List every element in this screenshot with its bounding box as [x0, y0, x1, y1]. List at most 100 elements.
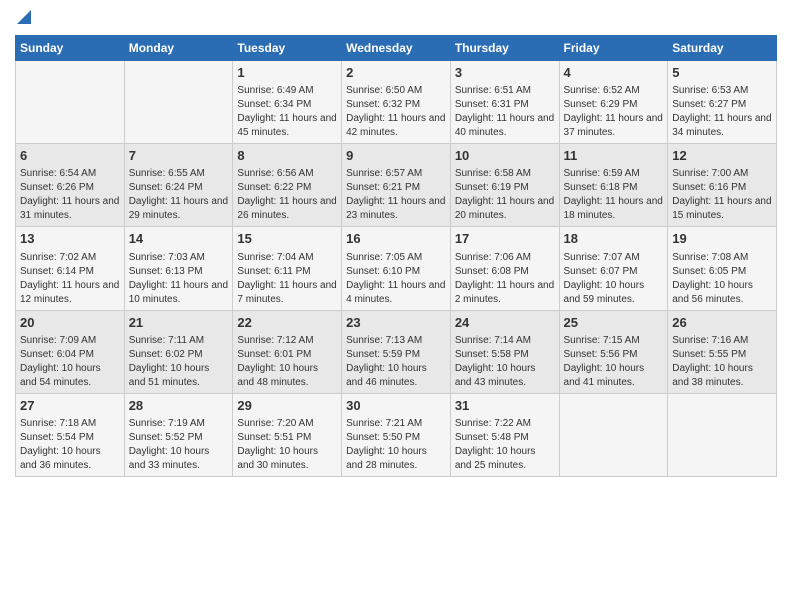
day-number: 18 [564, 230, 664, 248]
cell-info: Sunrise: 7:11 AMSunset: 6:02 PMDaylight:… [129, 334, 229, 390]
logo [15, 10, 31, 27]
day-number: 24 [455, 314, 555, 332]
cell-info: Sunrise: 6:51 AMSunset: 6:31 PMDaylight:… [455, 84, 555, 140]
calendar-cell: 23 Sunrise: 7:13 AMSunset: 5:59 PMDayligh… [342, 310, 451, 393]
calendar-cell: 20Sunrise: 7:09 AMSunset: 6:04 PMDayligh… [16, 310, 125, 393]
cell-info: Sunrise: 7:12 AMSunset: 6:01 PMDaylight:… [237, 334, 337, 390]
calendar-cell: 14Sunrise: 7:03 AMSunset: 6:13 PMDayligh… [124, 227, 233, 310]
calendar-cell: 17 Sunrise: 7:06 AMSunset: 6:08 PMDayligh… [450, 227, 559, 310]
calendar-cell: 28 Sunrise: 7:19 AMSunset: 5:52 PMDayligh… [124, 393, 233, 476]
cell-info: Sunrise: 7:05 AMSunset: 6:10 PMDaylight:… [346, 251, 446, 307]
day-header-sunday: Sunday [16, 36, 125, 61]
cell-info: Sunrise: 6:52 AMSunset: 6:29 PMDaylight:… [564, 84, 664, 140]
cell-info: Sunrise: 7:00 AMSunset: 6:16 PMDaylight:… [672, 167, 772, 223]
cell-info: Sunrise: 7:14 AMSunset: 5:58 PMDaylight:… [455, 334, 555, 390]
day-number: 4 [564, 64, 664, 82]
cell-info: Sunrise: 7:08 AMSunset: 6:05 PMDaylight:… [672, 251, 772, 307]
day-number: 31 [455, 397, 555, 415]
calendar-cell: 11 Sunrise: 6:59 AMSunset: 6:18 PMDayligh… [559, 144, 668, 227]
day-header-thursday: Thursday [450, 36, 559, 61]
cell-info: Sunrise: 7:13 AMSunset: 5:59 PMDaylight:… [346, 334, 446, 390]
day-number: 15 [237, 230, 337, 248]
cell-info: Sunrise: 6:57 AMSunset: 6:21 PMDaylight:… [346, 167, 446, 223]
day-header-friday: Friday [559, 36, 668, 61]
day-number: 26 [672, 314, 772, 332]
calendar-cell [559, 393, 668, 476]
calendar-cell: 1Sunrise: 6:49 AMSunset: 6:34 PMDaylight… [233, 61, 342, 144]
day-header-tuesday: Tuesday [233, 36, 342, 61]
week-row-3: 13 Sunrise: 7:02 AMSunset: 6:14 PMDayligh… [16, 227, 777, 310]
day-number: 5 [672, 64, 772, 82]
day-number: 25 [564, 314, 664, 332]
day-header-wednesday: Wednesday [342, 36, 451, 61]
week-row-4: 20Sunrise: 7:09 AMSunset: 6:04 PMDayligh… [16, 310, 777, 393]
day-number: 28 [129, 397, 229, 415]
calendar-cell: 4 Sunrise: 6:52 AMSunset: 6:29 PMDaylight… [559, 61, 668, 144]
day-header-saturday: Saturday [668, 36, 777, 61]
cell-info: Sunrise: 7:19 AMSunset: 5:52 PMDaylight:… [129, 417, 229, 473]
day-number: 1 [237, 64, 337, 82]
calendar-cell: 31 Sunrise: 7:22 AMSunset: 5:48 PMDayligh… [450, 393, 559, 476]
day-number: 16 [346, 230, 446, 248]
calendar-cell: 21Sunrise: 7:11 AMSunset: 6:02 PMDayligh… [124, 310, 233, 393]
day-number: 17 [455, 230, 555, 248]
day-number: 20 [20, 314, 120, 332]
cell-info: Sunrise: 6:54 AMSunset: 6:26 PMDaylight:… [20, 167, 120, 223]
cell-info: Sunrise: 6:56 AMSunset: 6:22 PMDaylight:… [237, 167, 337, 223]
calendar-cell: 25 Sunrise: 7:15 AMSunset: 5:56 PMDayligh… [559, 310, 668, 393]
calendar-cell: 8 Sunrise: 6:56 AMSunset: 6:22 PMDaylight… [233, 144, 342, 227]
cell-info: Sunrise: 7:18 AMSunset: 5:54 PMDaylight:… [20, 417, 120, 473]
day-number: 22 [237, 314, 337, 332]
cell-info: Sunrise: 6:50 AMSunset: 6:32 PMDaylight:… [346, 84, 446, 140]
calendar-cell: 27 Sunrise: 7:18 AMSunset: 5:54 PMDayligh… [16, 393, 125, 476]
cell-info: Sunrise: 6:59 AMSunset: 6:18 PMDaylight:… [564, 167, 664, 223]
day-number: 6 [20, 147, 120, 165]
week-row-1: 1Sunrise: 6:49 AMSunset: 6:34 PMDaylight… [16, 61, 777, 144]
cell-info: Sunrise: 7:22 AMSunset: 5:48 PMDaylight:… [455, 417, 555, 473]
cell-info: Sunrise: 6:55 AMSunset: 6:24 PMDaylight:… [129, 167, 229, 223]
cell-info: Sunrise: 7:15 AMSunset: 5:56 PMDaylight:… [564, 334, 664, 390]
cell-info: Sunrise: 7:07 AMSunset: 6:07 PMDaylight:… [564, 251, 664, 307]
calendar-cell: 5 Sunrise: 6:53 AMSunset: 6:27 PMDaylight… [668, 61, 777, 144]
calendar-cell: 19 Sunrise: 7:08 AMSunset: 6:05 PMDayligh… [668, 227, 777, 310]
week-row-5: 27 Sunrise: 7:18 AMSunset: 5:54 PMDayligh… [16, 393, 777, 476]
day-number: 12 [672, 147, 772, 165]
day-number: 9 [346, 147, 446, 165]
cell-info: Sunrise: 7:03 AMSunset: 6:13 PMDaylight:… [129, 251, 229, 307]
calendar-cell: 13 Sunrise: 7:02 AMSunset: 6:14 PMDayligh… [16, 227, 125, 310]
calendar-cell: 2 Sunrise: 6:50 AMSunset: 6:32 PMDaylight… [342, 61, 451, 144]
week-row-2: 6 Sunrise: 6:54 AMSunset: 6:26 PMDaylight… [16, 144, 777, 227]
cell-info: Sunrise: 7:21 AMSunset: 5:50 PMDaylight:… [346, 417, 446, 473]
day-number: 29 [237, 397, 337, 415]
day-number: 11 [564, 147, 664, 165]
day-number: 23 [346, 314, 446, 332]
calendar-cell [124, 61, 233, 144]
calendar-cell: 29Sunrise: 7:20 AMSunset: 5:51 PMDayligh… [233, 393, 342, 476]
day-number: 30 [346, 397, 446, 415]
page-header [15, 10, 777, 27]
day-number: 19 [672, 230, 772, 248]
day-number: 27 [20, 397, 120, 415]
calendar-cell: 10 Sunrise: 6:58 AMSunset: 6:19 PMDayligh… [450, 144, 559, 227]
calendar-cell: 16 Sunrise: 7:05 AMSunset: 6:10 PMDayligh… [342, 227, 451, 310]
calendar-cell: 6 Sunrise: 6:54 AMSunset: 6:26 PMDaylight… [16, 144, 125, 227]
calendar-cell: 7Sunrise: 6:55 AMSunset: 6:24 PMDaylight… [124, 144, 233, 227]
cell-info: Sunrise: 7:02 AMSunset: 6:14 PMDaylight:… [20, 251, 120, 307]
calendar-cell [16, 61, 125, 144]
cell-info: Sunrise: 6:53 AMSunset: 6:27 PMDaylight:… [672, 84, 772, 140]
day-number: 13 [20, 230, 120, 248]
cell-info: Sunrise: 7:06 AMSunset: 6:08 PMDaylight:… [455, 251, 555, 307]
day-number: 3 [455, 64, 555, 82]
day-number: 2 [346, 64, 446, 82]
day-number: 10 [455, 147, 555, 165]
day-number: 8 [237, 147, 337, 165]
calendar-cell: 12 Sunrise: 7:00 AMSunset: 6:16 PMDayligh… [668, 144, 777, 227]
calendar-cell: 9 Sunrise: 6:57 AMSunset: 6:21 PMDaylight… [342, 144, 451, 227]
cell-info: Sunrise: 6:58 AMSunset: 6:19 PMDaylight:… [455, 167, 555, 223]
header-row: SundayMondayTuesdayWednesdayThursdayFrid… [16, 36, 777, 61]
calendar-cell: 30 Sunrise: 7:21 AMSunset: 5:50 PMDayligh… [342, 393, 451, 476]
calendar-cell: 15Sunrise: 7:04 AMSunset: 6:11 PMDayligh… [233, 227, 342, 310]
calendar-table: SundayMondayTuesdayWednesdayThursdayFrid… [15, 35, 777, 477]
calendar-cell: 18 Sunrise: 7:07 AMSunset: 6:07 PMDayligh… [559, 227, 668, 310]
calendar-cell [668, 393, 777, 476]
